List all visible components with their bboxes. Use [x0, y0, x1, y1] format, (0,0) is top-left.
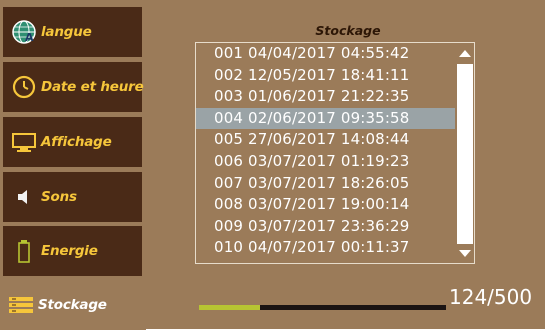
list-item-selected[interactable]: 004 02/06/2017 09:35:58 — [196, 107, 455, 130]
sidebar-item-sons[interactable]: Sons — [3, 172, 142, 222]
scroll-down-button[interactable] — [456, 245, 474, 263]
chevron-up-icon — [459, 50, 471, 57]
scroll-up-button[interactable] — [456, 44, 474, 62]
scrollbar-thumb[interactable] — [457, 64, 473, 244]
list-item[interactable]: 002 12/05/2017 18:41:11 — [196, 65, 455, 87]
clock-icon — [11, 74, 37, 100]
settings-screen: A langue Date et heure Affichage Sons En… — [0, 0, 545, 330]
list-item[interactable]: 008 03/07/2017 19:00:14 — [196, 194, 455, 216]
list-item[interactable]: 009 03/07/2017 23:36:29 — [196, 216, 455, 238]
sidebar-item-label: Date et heure — [41, 79, 144, 95]
sidebar: A langue Date et heure Affichage Sons En… — [0, 0, 146, 330]
page-title: Stockage — [315, 23, 381, 38]
sidebar-item-label: langue — [41, 24, 92, 40]
list-item[interactable]: 003 01/06/2017 21:22:35 — [196, 86, 455, 108]
sidebar-item-label: Stockage — [38, 297, 107, 313]
list-item[interactable]: 006 03/07/2017 01:19:23 — [196, 151, 455, 173]
storage-records-list[interactable]: 001 04/04/2017 04:55:42 002 12/05/2017 1… — [195, 42, 475, 264]
sidebar-item-label: Sons — [41, 189, 77, 205]
chevron-down-icon — [459, 250, 471, 257]
sidebar-item-date-et-heure[interactable]: Date et heure — [3, 62, 144, 112]
sidebar-item-label: Affichage — [41, 134, 112, 150]
storage-count: 124/500 — [449, 285, 533, 309]
speaker-icon — [11, 184, 37, 210]
monitor-icon — [11, 129, 37, 155]
scrollbar[interactable] — [456, 44, 474, 263]
list-item[interactable]: 007 03/07/2017 18:26:05 — [196, 173, 455, 195]
battery-icon — [11, 238, 37, 264]
list-item[interactable]: 001 04/04/2017 04:55:42 — [196, 43, 455, 65]
storage-list-icon — [8, 292, 34, 318]
svg-text:A: A — [25, 31, 34, 44]
sidebar-item-affichage[interactable]: Affichage — [3, 117, 142, 167]
storage-progress-fill — [199, 305, 261, 310]
list-item[interactable]: 010 04/07/2017 00:11:37 — [196, 237, 455, 259]
storage-progress-bar — [199, 305, 446, 310]
sidebar-item-langue[interactable]: A langue — [3, 7, 142, 57]
sidebar-item-label: Energie — [41, 243, 98, 259]
list-item[interactable]: 005 27/06/2017 14:08:44 — [196, 129, 455, 151]
sidebar-item-stockage[interactable]: Stockage — [0, 280, 146, 330]
globe-language-icon: A — [11, 19, 37, 45]
sidebar-item-energie[interactable]: Energie — [3, 226, 142, 276]
